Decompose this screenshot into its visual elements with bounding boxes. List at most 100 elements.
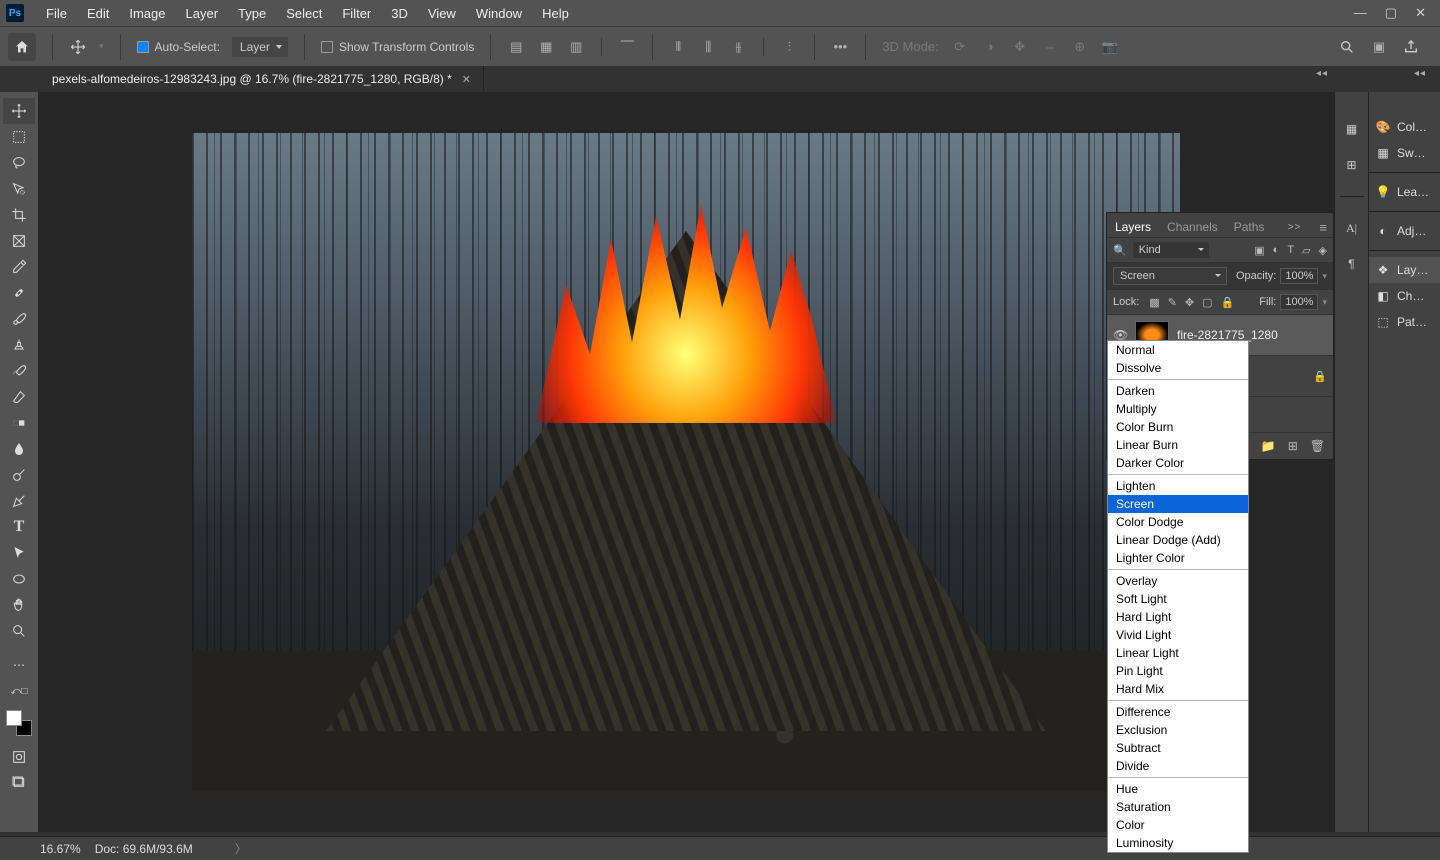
blend-exclusion[interactable]: Exclusion (1108, 721, 1248, 739)
distribute-left-icon[interactable]: ⫶ (780, 38, 798, 56)
lasso-tool[interactable] (3, 150, 35, 176)
blend-linearlight[interactable]: Linear Light (1108, 644, 1248, 662)
blend-hue[interactable]: Hue (1108, 780, 1248, 798)
filter-type-icon[interactable]: T (1287, 244, 1294, 257)
menu-edit[interactable]: Edit (77, 2, 119, 25)
tab-layers[interactable]: Layers (1113, 217, 1153, 237)
eraser-tool[interactable] (3, 384, 35, 410)
menu-file[interactable]: File (36, 2, 77, 25)
blend-overlay[interactable]: Overlay (1108, 572, 1248, 590)
menu-image[interactable]: Image (119, 2, 175, 25)
align-left-icon[interactable]: ▤ (507, 38, 525, 56)
collapse-panel-icon[interactable]: ◂◂ (1316, 68, 1328, 79)
lock-position-icon[interactable]: ✥ (1185, 296, 1194, 309)
dock-swatches[interactable]: ▦Sw… (1369, 140, 1440, 166)
clone-stamp-tool[interactable] (3, 332, 35, 358)
menu-3d[interactable]: 3D (381, 2, 418, 25)
properties-panel-icon[interactable]: ▦ (1343, 120, 1361, 138)
blend-mode-dropdown[interactable]: Screen (1113, 267, 1227, 285)
workspace-icon[interactable]: ▣ (1370, 38, 1388, 56)
libraries-panel-icon[interactable]: ⊞ (1343, 156, 1361, 174)
menu-window[interactable]: Window (466, 2, 532, 25)
blend-multiply[interactable]: Multiply (1108, 400, 1248, 418)
blend-divide[interactable]: Divide (1108, 757, 1248, 775)
screen-mode-icon[interactable] (3, 770, 35, 796)
blend-linearburn[interactable]: Linear Burn (1108, 436, 1248, 454)
collapse-dock-icon[interactable]: ◂◂ (1414, 68, 1426, 79)
auto-select-checkbox[interactable]: Auto-Select: (137, 40, 220, 54)
blend-lightercolor[interactable]: Lighter Color (1108, 549, 1248, 567)
dock-layers[interactable]: ❖Lay… (1369, 257, 1440, 283)
foreground-color-swatch[interactable] (6, 710, 22, 726)
document-tab[interactable]: pexels-alfomedeiros-12983243.jpg @ 16.7%… (40, 66, 484, 92)
blend-lineardodge[interactable]: Linear Dodge (Add) (1108, 531, 1248, 549)
dock-paths[interactable]: ⬚Pat… (1369, 309, 1440, 335)
foreground-background-swap-icon[interactable]: ⤺□ (3, 678, 35, 704)
window-close-icon[interactable]: ✕ (1415, 5, 1426, 21)
pen-tool[interactable] (3, 488, 35, 514)
filter-adjust-icon[interactable]: ◐ (1273, 244, 1280, 257)
search-icon[interactable] (1338, 38, 1356, 56)
filter-smart-icon[interactable]: ◈ (1319, 244, 1327, 257)
dock-channels[interactable]: ◧Ch… (1369, 283, 1440, 309)
lock-pixels-icon[interactable]: ✎ (1168, 296, 1177, 309)
fill-value-input[interactable]: 100% (1280, 294, 1318, 310)
align-top-icon[interactable]: ⎺ (618, 38, 636, 56)
blend-vividlight[interactable]: Vivid Light (1108, 626, 1248, 644)
filter-kind-dropdown[interactable]: Kind (1133, 242, 1209, 258)
dock-adjustments[interactable]: ◐Adj… (1369, 218, 1440, 244)
distribute-bottom-icon[interactable]: ⫵ (729, 38, 747, 56)
close-tab-icon[interactable]: ✕ (462, 73, 471, 86)
blend-pinlight[interactable]: Pin Light (1108, 662, 1248, 680)
dock-learn[interactable]: 💡Lea… (1369, 179, 1440, 205)
status-more-icon[interactable]: 〉 (235, 840, 247, 857)
doc-info[interactable]: Doc: 69.6M/93.6M (95, 842, 193, 856)
menu-view[interactable]: View (418, 2, 466, 25)
menu-layer[interactable]: Layer (176, 2, 229, 25)
shape-tool[interactable] (3, 566, 35, 592)
blend-difference[interactable]: Difference (1108, 703, 1248, 721)
blur-tool[interactable] (3, 436, 35, 462)
path-select-tool[interactable] (3, 540, 35, 566)
new-layer-icon[interactable]: ⊞ (1288, 439, 1298, 453)
tab-paths[interactable]: Paths (1232, 217, 1267, 237)
align-right-icon[interactable]: ▥ (567, 38, 585, 56)
character-panel-icon[interactable]: A| (1343, 219, 1361, 237)
canvas[interactable] (192, 133, 1180, 791)
blend-hardmix[interactable]: Hard Mix (1108, 680, 1248, 698)
blend-luminosity[interactable]: Luminosity (1108, 834, 1248, 852)
lock-all-icon[interactable]: 🔒 (1221, 296, 1235, 309)
expand-tabs-icon[interactable]: >> (1288, 222, 1302, 233)
color-swatches[interactable] (6, 710, 32, 736)
lock-transparency-icon[interactable]: ▩ (1149, 296, 1159, 309)
marquee-tool[interactable] (3, 124, 35, 150)
history-brush-tool[interactable] (3, 358, 35, 384)
gradient-tool[interactable] (3, 410, 35, 436)
blend-subtract[interactable]: Subtract (1108, 739, 1248, 757)
eyedropper-tool[interactable] (3, 254, 35, 280)
quick-select-tool[interactable] (3, 176, 35, 202)
dock-color[interactable]: 🎨Col… (1369, 114, 1440, 140)
blend-darkercolor[interactable]: Darker Color (1108, 454, 1248, 472)
distribute-top-icon[interactable]: ⫴ (669, 38, 687, 56)
frame-tool[interactable] (3, 228, 35, 254)
opacity-value-input[interactable]: 100% (1280, 268, 1318, 284)
tab-channels[interactable]: Channels (1165, 217, 1220, 237)
type-tool[interactable]: T (3, 514, 35, 540)
delete-layer-icon[interactable]: 🗑 (1310, 439, 1325, 453)
auto-select-target-dropdown[interactable]: Layer (232, 37, 288, 57)
blend-saturation[interactable]: Saturation (1108, 798, 1248, 816)
menu-help[interactable]: Help (532, 2, 579, 25)
move-tool[interactable] (3, 98, 35, 124)
blend-darken[interactable]: Darken (1108, 382, 1248, 400)
healing-tool[interactable] (3, 280, 35, 306)
blend-softlight[interactable]: Soft Light (1108, 590, 1248, 608)
blend-color[interactable]: Color (1108, 816, 1248, 834)
panel-menu-icon[interactable]: ≡ (1319, 220, 1327, 235)
edit-toolbar-icon[interactable]: ⋯ (3, 652, 35, 678)
zoom-level[interactable]: 16.67% (40, 842, 81, 856)
blend-dissolve[interactable]: Dissolve (1108, 359, 1248, 377)
blend-hardlight[interactable]: Hard Light (1108, 608, 1248, 626)
distribute-vcenter-icon[interactable]: ⫼ (699, 38, 717, 56)
blend-screen[interactable]: Screen (1108, 495, 1248, 513)
